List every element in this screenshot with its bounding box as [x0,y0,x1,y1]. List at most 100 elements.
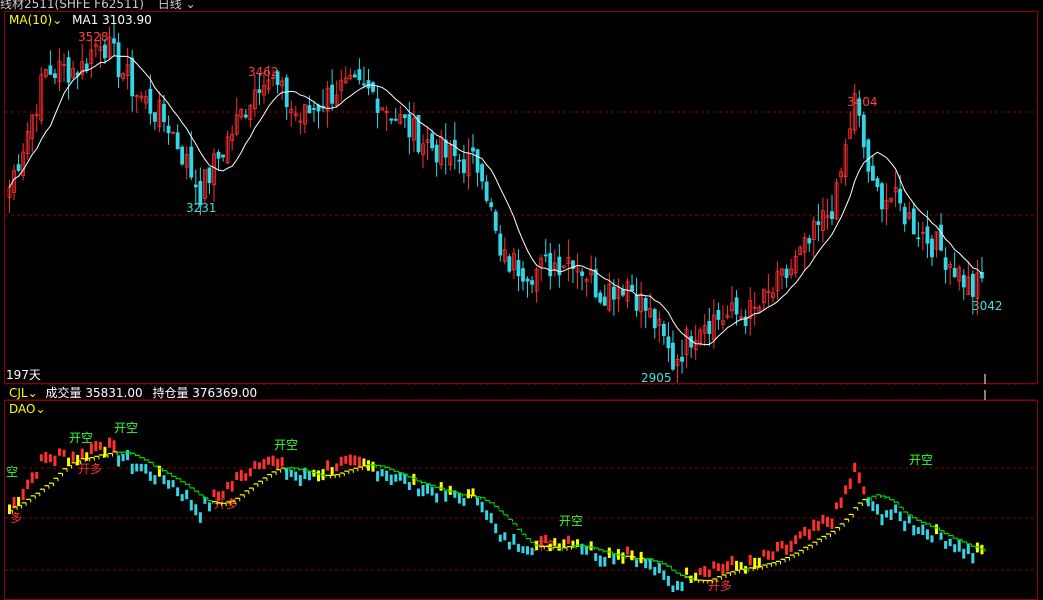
dao-bar [280,457,284,467]
candle-body [103,44,107,59]
dao-bar [698,567,702,576]
dao-bar [603,557,607,567]
dao-bar [76,454,80,466]
dao-bar [725,561,729,572]
candle-body [548,253,553,277]
dao-bar [267,456,271,465]
candle-body [784,268,789,278]
candle-body [462,159,466,174]
dao-bar [326,460,330,471]
dao-bar [180,494,184,502]
dao-bar [653,567,657,576]
candle-body [457,159,462,162]
dao-bar [62,449,66,457]
dao-bar [703,566,707,577]
dao-bar [335,463,339,472]
dao-bar [271,455,275,467]
dao-bar [739,562,743,570]
candle-body [166,125,171,134]
candle-body [84,63,89,71]
candle-body [875,178,880,188]
candle-body [362,83,366,86]
candle-body [66,57,71,83]
dao-bar [307,471,311,481]
candle-body [16,164,21,171]
candle-body [180,146,185,165]
dao-bar [298,474,302,486]
candle-body [930,238,934,258]
dao-bar [807,529,811,540]
candle-body [902,206,907,225]
dao-bar [812,519,816,531]
candle-body [598,292,603,303]
candle-body [630,284,634,292]
dao-bar [262,459,266,470]
candle-body [112,38,116,44]
candle-body [666,336,671,349]
candle-body [807,238,812,244]
dao-bar [848,478,852,489]
dao-bar [762,549,766,557]
dao-bar [816,521,820,531]
candle-body [830,211,834,220]
dao-bar [194,504,198,516]
dao-bar [626,546,630,555]
candle-body [593,269,598,298]
dao-bar [485,510,489,520]
candle-body [680,356,684,362]
dao-bar [126,449,130,461]
dao-bar [948,538,952,547]
dao-bar [898,511,902,522]
dao-bar [230,480,234,492]
candle-body [371,82,375,92]
candlestick-chart[interactable] [0,0,1043,592]
dao-bar [317,470,321,482]
dao-bar [912,525,916,536]
dao-bar [794,535,798,545]
dao-bar [189,499,193,511]
dao-bar [889,509,893,521]
dao-bar [598,555,602,567]
candle-body [498,233,503,256]
dao-bar [562,539,566,548]
dao-bar [903,520,907,532]
candle-body [707,321,712,335]
dao-bar [471,488,475,496]
dao-bar [712,561,716,569]
dao-bar [294,471,298,481]
dao-bar [376,471,380,482]
candle-body [489,202,494,208]
dao-bar [480,501,484,513]
dao-bar [89,443,93,455]
candle-body [330,84,335,104]
candle-body [880,183,884,210]
dao-bar [675,581,679,591]
dao-bar [276,458,280,470]
dao-bar [30,472,34,484]
dao-bar [694,572,698,581]
candle-body [393,118,398,121]
dao-bar [435,493,439,503]
candle-body [366,80,371,89]
candle-body [716,310,721,320]
dao-bar [253,461,257,469]
dao-bar [257,462,261,470]
dao-bar [394,474,398,482]
dao-bar [503,532,507,541]
candle-body [175,132,180,150]
dao-bar [176,487,180,497]
dao-bar [212,489,216,498]
dao-bar [594,553,598,561]
dao-bar [85,452,89,461]
candle-body [243,114,248,118]
dao-bar [921,524,925,535]
dao-bar [830,518,834,529]
dao-bar [935,524,939,535]
dao-bar [685,567,689,575]
dao-bar [866,497,870,507]
dao-bar [248,468,252,477]
dao-bar [630,550,634,561]
dao-bar [748,554,752,566]
dao-bar [344,455,348,464]
dao-bar [557,543,561,551]
